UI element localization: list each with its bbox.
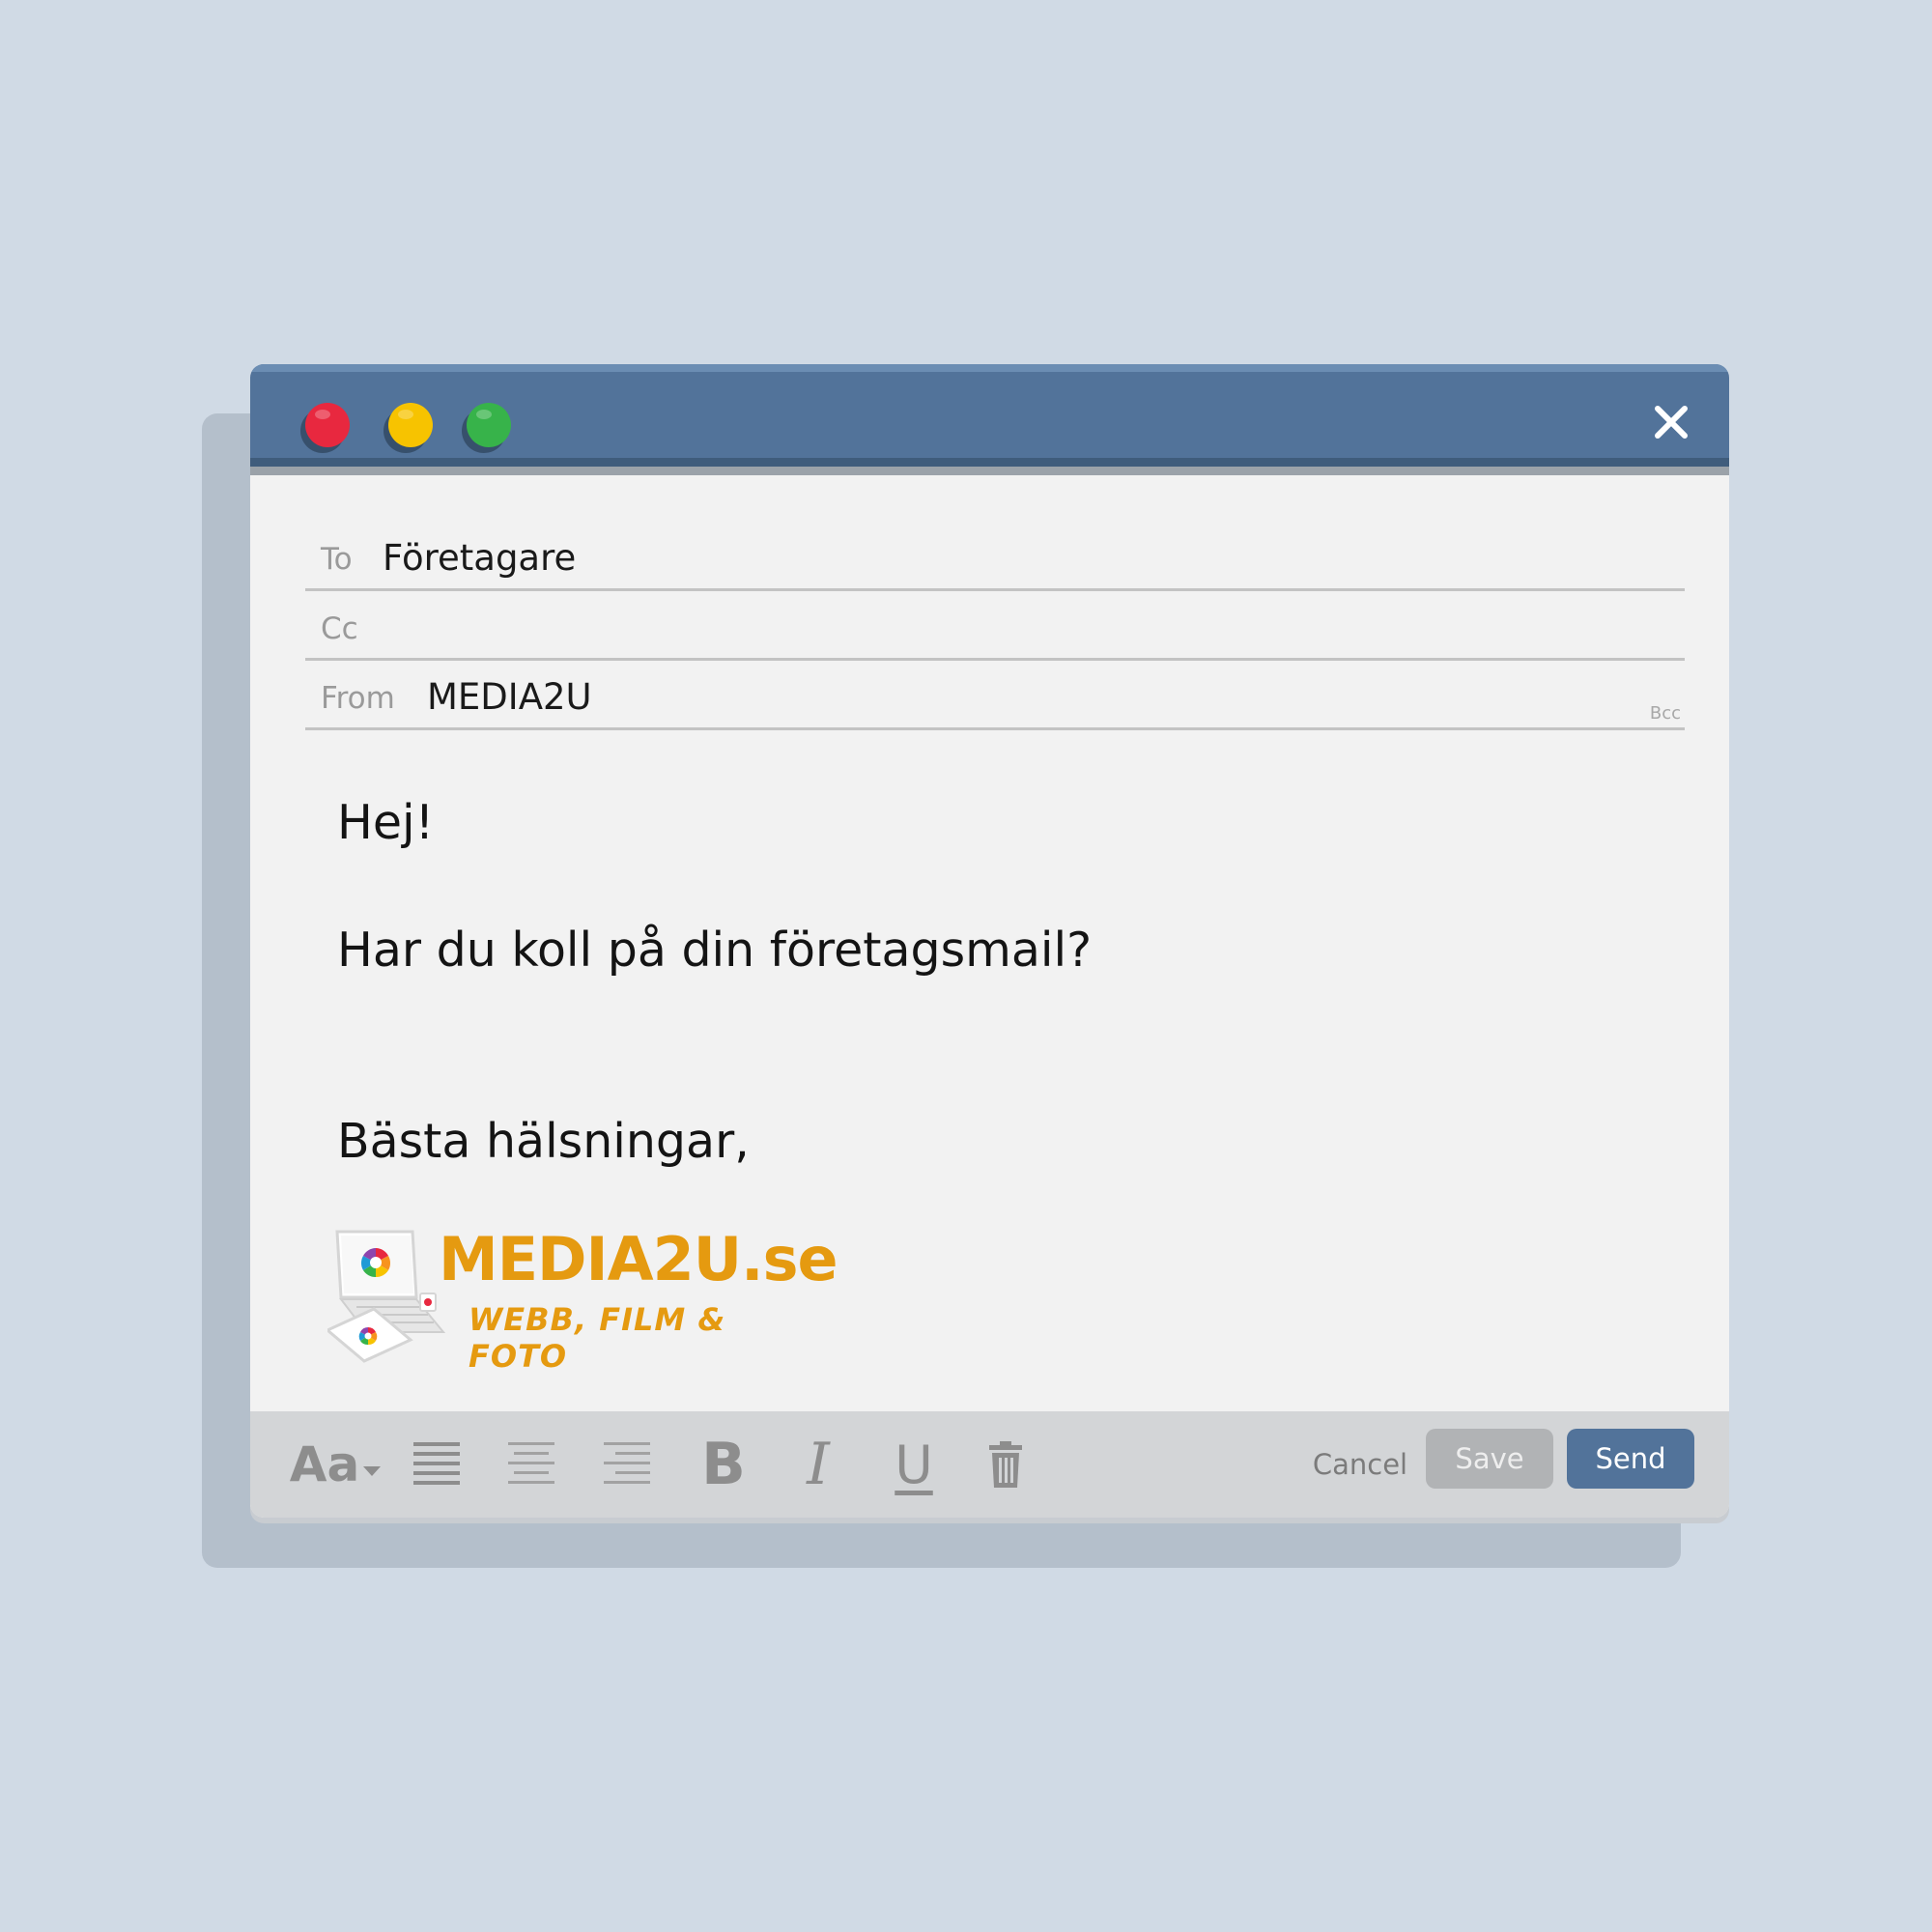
- align-right-button[interactable]: [595, 1411, 659, 1518]
- message-greeting[interactable]: Hej!: [337, 795, 434, 850]
- title-bar-divider: [250, 467, 1729, 475]
- from-label: From: [321, 681, 395, 716]
- underline-icon: U: [895, 1434, 933, 1495]
- maximize-window-button[interactable]: [467, 403, 511, 447]
- from-value[interactable]: MEDIA2U: [427, 676, 592, 718]
- signature-tagline: WEBB, FILM & FOTO: [469, 1301, 726, 1375]
- chevron-down-icon: [363, 1466, 382, 1476]
- laptop-logo-icon: [327, 1230, 446, 1363]
- align-right-icon: [604, 1442, 650, 1484]
- signature-logo: MEDIA2U.se WEBB, FILM & FOTO: [327, 1224, 838, 1375]
- close-icon[interactable]: [1650, 401, 1692, 443]
- cc-field[interactable]: Cc: [305, 588, 1685, 661]
- underline-button[interactable]: U: [880, 1411, 948, 1518]
- from-field[interactable]: From MEDIA2U Bcc: [305, 658, 1685, 730]
- compose-window: To Företagare Cc From MEDIA2U Bcc Hej! H…: [250, 364, 1729, 1518]
- signature-brand-name: MEDIA2U.se: [439, 1224, 838, 1294]
- message-closing[interactable]: Bästa hälsningar,: [337, 1114, 750, 1169]
- italic-icon: I: [807, 1431, 830, 1498]
- delete-button[interactable]: [977, 1411, 1035, 1518]
- title-bar: [250, 364, 1729, 458]
- cc-label: Cc: [321, 611, 358, 646]
- font-size-button[interactable]: Aa: [285, 1411, 385, 1518]
- compose-toolbar: Aa B I U Cancel Save Send: [250, 1411, 1729, 1518]
- font-size-icon: Aa: [289, 1436, 360, 1492]
- italic-button[interactable]: I: [786, 1411, 850, 1518]
- title-bar-edge: [250, 458, 1729, 467]
- align-center-icon: [508, 1442, 554, 1484]
- bold-icon: B: [701, 1431, 746, 1498]
- message-question[interactable]: Har du koll på din företagsmail?: [337, 923, 1092, 978]
- close-window-button[interactable]: [305, 403, 350, 447]
- to-label: To: [321, 542, 353, 577]
- to-field[interactable]: To Företagare: [305, 519, 1685, 591]
- bold-button[interactable]: B: [690, 1411, 757, 1518]
- save-button[interactable]: Save: [1426, 1429, 1553, 1489]
- cancel-button[interactable]: Cancel: [1283, 1411, 1437, 1518]
- to-value[interactable]: Företagare: [383, 537, 576, 579]
- align-left-icon: [413, 1442, 460, 1485]
- bcc-toggle[interactable]: Bcc: [1650, 703, 1681, 724]
- minimize-window-button[interactable]: [388, 403, 433, 447]
- align-left-button[interactable]: [405, 1411, 469, 1518]
- send-button[interactable]: Send: [1567, 1429, 1694, 1489]
- align-center-button[interactable]: [499, 1411, 563, 1518]
- trash-icon: [989, 1441, 1022, 1488]
